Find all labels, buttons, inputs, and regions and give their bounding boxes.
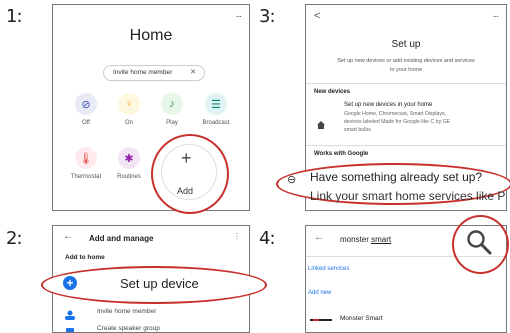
new-devices-desc-2: devices labeled Made for Google like C b…: [344, 119, 451, 125]
new-devices-desc-1: Google Home, Chromecast, Smart Displays,: [344, 111, 447, 117]
setup-title: Set up: [391, 39, 421, 50]
action-label: Broadcast: [202, 120, 230, 126]
linked-services-heading: Linked services: [308, 266, 350, 272]
setup-subtitle-line1: Set up new devices or add existing devic…: [337, 58, 475, 64]
speaker-group-icon: [64, 324, 76, 332]
light-on-icon[interactable]: ♀: [118, 93, 140, 115]
plus-icon: +: [181, 148, 192, 168]
light-off-icon[interactable]: ⊘: [75, 93, 97, 115]
overflow-menu-icon[interactable]: ⋮: [233, 232, 241, 241]
routines-icon[interactable]: ✱: [118, 147, 140, 169]
action-label: On: [124, 120, 133, 126]
action-label: Play: [166, 120, 178, 126]
music-note-icon[interactable]: ♪: [161, 93, 183, 115]
search-query-text: monster: [340, 235, 372, 244]
panel-title: Add and manage: [89, 234, 154, 243]
works-with-google-heading: Works with Google: [314, 151, 369, 157]
monster-logo-accent: [313, 319, 319, 321]
step-number-4: 4:: [259, 228, 276, 249]
new-devices-heading: New devices: [314, 89, 351, 95]
create-speaker-group-item[interactable]: Create speaker group: [97, 325, 160, 332]
close-icon[interactable]: ✕: [190, 68, 196, 76]
action-label: Routines: [117, 174, 141, 180]
thermometer-icon[interactable]: 🌡: [75, 147, 97, 169]
plus-circle-icon: +: [63, 276, 77, 290]
step-number-1: 1:: [6, 6, 23, 27]
back-arrow-icon[interactable]: ←: [314, 232, 324, 243]
invite-member-icon: [64, 307, 76, 320]
divider: [306, 145, 506, 146]
page-title: Home: [129, 27, 173, 44]
search-query-underlined: smart: [371, 235, 392, 244]
broadcast-icon[interactable]: ☰: [205, 93, 227, 115]
have-something-link[interactable]: Have something already set up?: [310, 170, 482, 184]
step-number-2: 2:: [6, 228, 23, 249]
add-new-heading: Add new: [308, 290, 332, 296]
overflow-menu-icon[interactable]: ...: [493, 9, 499, 20]
step-number-3: 3:: [259, 6, 276, 27]
new-devices-title[interactable]: Set up new devices in your home: [344, 102, 432, 108]
search-input[interactable]: monster smart: [340, 235, 391, 244]
back-arrow-icon[interactable]: ←: [63, 231, 73, 242]
divider: [306, 83, 506, 84]
section-heading: Add to home: [65, 254, 105, 261]
new-devices-desc-3: smart bulbs: [344, 127, 371, 133]
invite-member-item[interactable]: Invite home member: [97, 308, 156, 315]
invite-member-chip[interactable]: Invite home member ✕: [103, 65, 205, 81]
back-icon[interactable]: <: [314, 10, 320, 22]
setup-device-button[interactable]: Set up device: [120, 276, 199, 291]
setup-subtitle-line2: to your home: [389, 67, 423, 73]
home-icon: [316, 117, 326, 129]
link-icon: ⊖: [287, 174, 297, 186]
link-services-text: Link your smart home services like Ph: [310, 189, 506, 203]
invite-chip-label: Invite home member: [113, 69, 173, 76]
add-label: Add: [177, 186, 194, 196]
action-label: Thermostat: [70, 174, 102, 180]
monster-smart-result[interactable]: Monster Smart: [340, 315, 383, 322]
search-icon[interactable]: [465, 228, 493, 256]
action-label: Off: [82, 120, 90, 126]
overflow-menu-icon[interactable]: ...: [236, 9, 242, 20]
